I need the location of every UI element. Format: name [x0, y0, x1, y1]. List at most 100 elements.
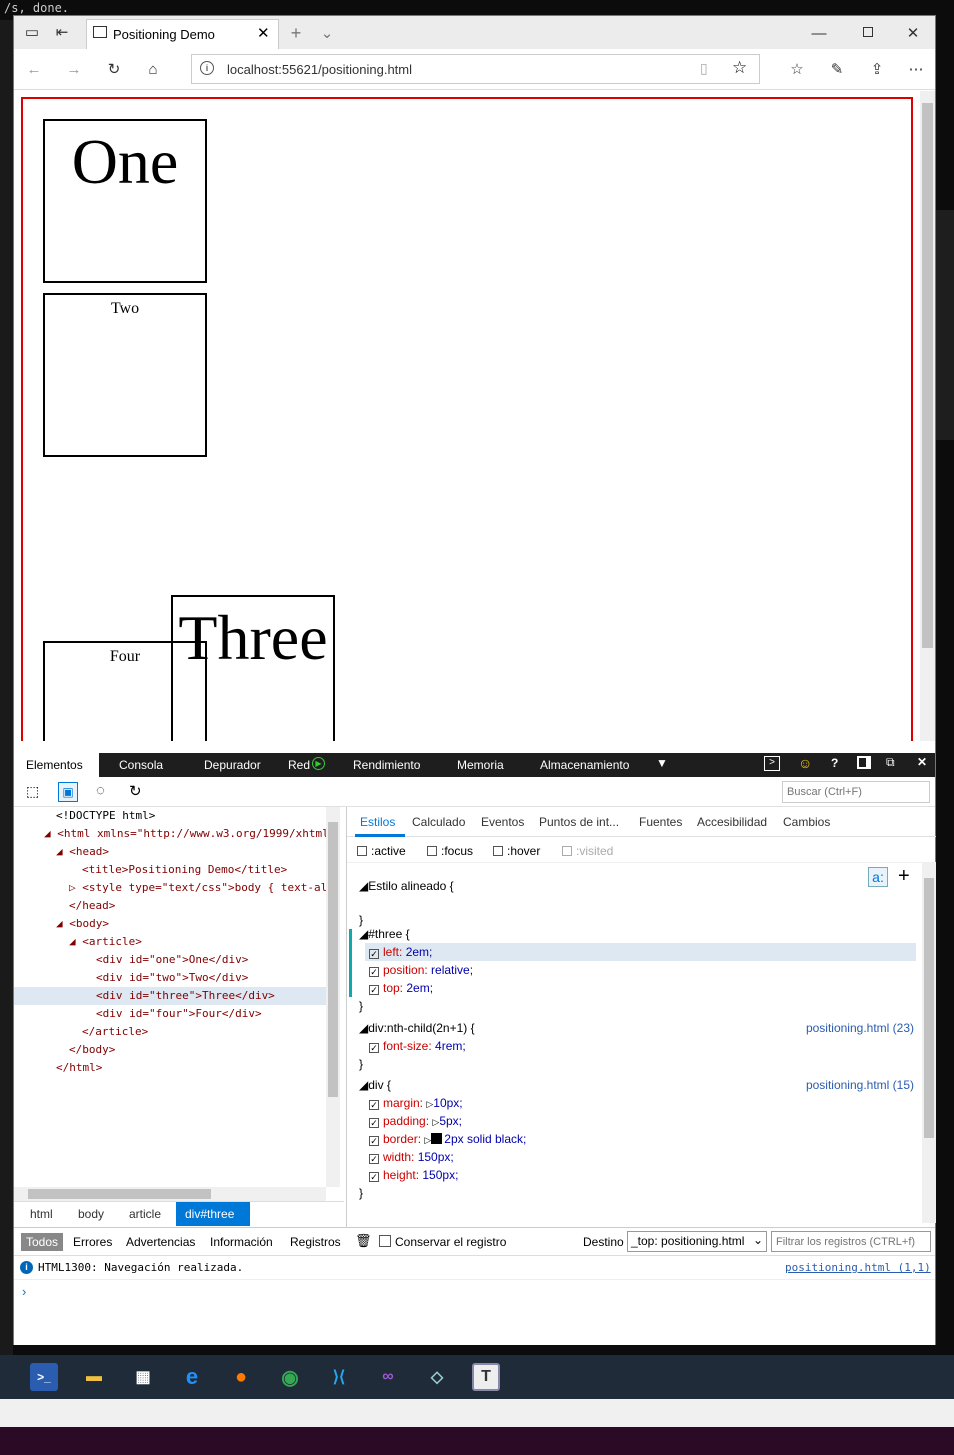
prop-padding[interactable]: ✓ padding: ▷5px; — [369, 1112, 922, 1130]
tab-positioning-demo[interactable]: Positioning Demo ✕ — [86, 19, 279, 49]
console-filter-input[interactable] — [771, 1231, 931, 1252]
set-aside-tabs-icon[interactable]: ⇤ — [52, 22, 72, 42]
help-icon[interactable]: ? — [831, 756, 838, 770]
dom-hscrollbar-thumb[interactable] — [28, 1189, 211, 1199]
feedback-icon[interactable]: ☺ — [798, 755, 812, 771]
prop-position[interactable]: ✓ position: relative; — [369, 961, 922, 979]
dom-vscrollbar[interactable] — [326, 807, 340, 1187]
rule-three-selector[interactable]: ◢#three { — [359, 925, 922, 943]
dom-line[interactable]: ◢ <body> — [14, 915, 326, 933]
tab-cambios[interactable]: Cambios — [783, 815, 830, 829]
tab-puntos[interactable]: Puntos de int... — [539, 815, 619, 829]
dock-icon[interactable] — [857, 756, 871, 769]
filter-errores[interactable]: Errores — [73, 1235, 112, 1249]
prop-top[interactable]: ✓ top: 2em; — [369, 979, 922, 997]
typora-icon[interactable]: T — [472, 1363, 500, 1391]
more-tabs-icon[interactable]: ▼ — [656, 756, 668, 770]
tab-depurador[interactable]: Depurador — [204, 758, 261, 772]
tab-fuentes[interactable]: Fuentes — [639, 815, 682, 829]
frame-selector-icon[interactable]: ◌ — [96, 782, 105, 799]
filter-todos[interactable]: Todos — [21, 1233, 64, 1251]
crumb-article[interactable]: article — [129, 1207, 161, 1221]
styles-scrollbar-thumb[interactable] — [924, 878, 934, 1138]
page-scrollbar-thumb[interactable] — [922, 103, 933, 648]
record-icon[interactable]: ▶ — [312, 757, 325, 770]
tab-red[interactable]: Red — [288, 758, 310, 772]
state-focus[interactable]: :focus — [427, 844, 473, 858]
dom-line[interactable]: </body> — [14, 1041, 326, 1059]
minimize-icon[interactable]: — — [809, 23, 829, 43]
back-icon[interactable]: ← — [24, 59, 44, 79]
tab-memoria[interactable]: Memoria — [457, 758, 504, 772]
tab-calculado[interactable]: Calculado — [412, 815, 465, 829]
preserve-log-checkbox[interactable]: Conservar el registro — [379, 1235, 506, 1249]
dom-line[interactable]: </html> — [14, 1059, 326, 1077]
close-devtools-icon[interactable]: ✕ — [917, 755, 927, 769]
edge-icon[interactable]: e — [178, 1363, 206, 1391]
dom-line[interactable]: </head> — [14, 897, 326, 915]
message-source-link[interactable]: positioning.html (1,1) — [785, 1261, 931, 1274]
tab-rendimiento[interactable]: Rendimiento — [353, 758, 420, 772]
prop-margin[interactable]: ✓ margin: ▷10px; — [369, 1094, 922, 1112]
forward-icon[interactable]: → — [64, 59, 84, 79]
refresh-icon[interactable]: ↻ — [104, 59, 124, 79]
favorite-star-icon[interactable]: ☆ — [732, 58, 747, 78]
rule-div-selector[interactable]: ◢div {positioning.html (15) — [359, 1076, 922, 1094]
url-input[interactable]: i localhost:55621/positioning.html ▯ ☆ — [191, 54, 760, 84]
highlight-elements-icon[interactable]: ▣ — [58, 782, 78, 802]
page-scrollbar[interactable] — [920, 91, 935, 741]
tab-preview-icon[interactable]: ▭ — [22, 22, 42, 42]
prop-width[interactable]: ✓ width: 150px; — [369, 1148, 922, 1166]
dom-line[interactable]: <div id="four">Four</div> — [14, 1005, 326, 1023]
prop-left[interactable]: ✓ left: 2em; — [369, 943, 922, 961]
dom-vscrollbar-thumb[interactable] — [328, 822, 338, 1097]
crumb-body[interactable]: body — [78, 1207, 104, 1221]
dom-line[interactable]: <title>Positioning Demo</title> — [14, 861, 326, 879]
add-rule-icon[interactable]: + — [898, 865, 910, 888]
dom-line[interactable]: </article> — [14, 1023, 326, 1041]
firefox-icon[interactable]: ● — [227, 1363, 255, 1391]
info-icon[interactable]: i — [200, 61, 214, 75]
filter-informacion[interactable]: Información — [210, 1235, 273, 1249]
select-element-icon[interactable]: ⬚ — [26, 783, 39, 800]
dom-hscrollbar[interactable] — [14, 1187, 326, 1201]
state-visited[interactable]: :visited — [562, 844, 613, 858]
prop-font-size[interactable]: ✓ font-size: 4rem; — [369, 1037, 922, 1055]
dom-line[interactable]: ◢ <html xmlns="http://www.w3.org/1999/xh… — [14, 825, 326, 843]
rule-nth-source[interactable]: positioning.html (23) — [806, 1019, 914, 1037]
state-hover[interactable]: :hover — [493, 844, 540, 858]
rule-div-source[interactable]: positioning.html (15) — [806, 1076, 914, 1094]
state-active[interactable]: :active — [357, 844, 406, 858]
file-explorer-icon[interactable]: ▬ — [80, 1363, 108, 1391]
new-tab-icon[interactable]: + — [286, 23, 306, 43]
favorites-icon[interactable]: ☆ — [787, 59, 807, 79]
rule-nth-selector[interactable]: ◢div:nth-child(2n+1) {positioning.html (… — [359, 1019, 922, 1037]
filter-registros[interactable]: Registros — [290, 1235, 341, 1249]
chevron-down-icon[interactable]: ⌄ — [317, 23, 337, 43]
close-tab-icon[interactable]: ✕ — [257, 24, 270, 42]
color-swatch[interactable] — [431, 1133, 443, 1144]
prop-border[interactable]: ✓ border: ▷ 2px solid black; — [369, 1130, 922, 1148]
powershell-icon[interactable]: >_ — [30, 1363, 58, 1391]
console-prompt-icon[interactable]: › — [22, 1284, 26, 1299]
refresh-dom-icon[interactable]: ↻ — [129, 782, 142, 800]
tab-estilos[interactable]: Estilos — [360, 815, 395, 829]
tab-eventos[interactable]: Eventos — [481, 815, 524, 829]
dom-line-selected[interactable]: <div id="three">Three</div> — [14, 987, 326, 1005]
vscode-icon[interactable]: ⟩⟨ — [325, 1363, 353, 1391]
class-toggle-icon[interactable]: a: — [868, 867, 888, 887]
app-icon[interactable]: ◇ — [423, 1363, 451, 1391]
undock-icon[interactable]: ⧉ — [886, 755, 895, 770]
maximize-icon[interactable] — [863, 27, 873, 37]
clear-console-icon[interactable]: 🗑 — [355, 1233, 372, 1249]
tab-almacenamiento[interactable]: Almacenamiento — [540, 758, 629, 772]
destino-select[interactable]: _top: positioning.html ⌄ — [627, 1231, 767, 1252]
filter-advertencias[interactable]: Advertencias — [126, 1235, 195, 1249]
store-icon[interactable]: ▦ — [129, 1363, 157, 1391]
dom-line[interactable]: <!DOCTYPE html> — [14, 807, 326, 825]
prop-height[interactable]: ✓ height: 150px; — [369, 1166, 922, 1184]
styles-scrollbar[interactable] — [922, 863, 936, 1223]
home-icon[interactable]: ⌂ — [143, 59, 163, 79]
share-icon[interactable]: ⇪ — [867, 59, 887, 79]
dom-line[interactable]: <div id="one">One</div> — [14, 951, 326, 969]
